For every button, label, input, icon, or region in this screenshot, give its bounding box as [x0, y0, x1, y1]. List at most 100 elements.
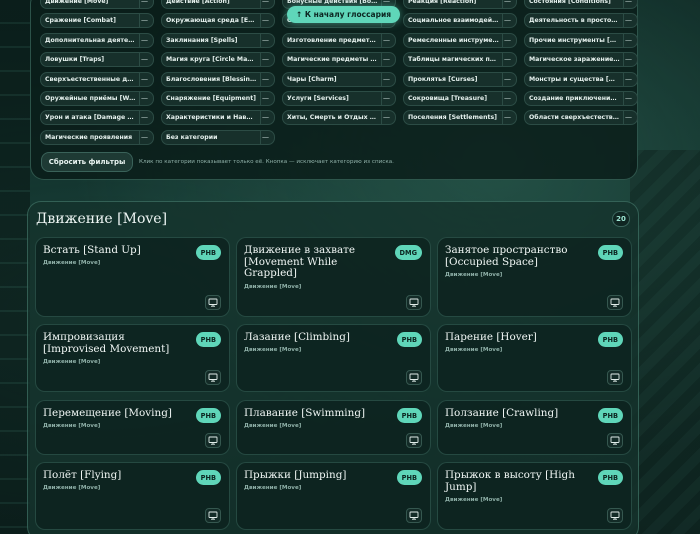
category-chip[interactable]: Урон и атака [Damage and Attack]—	[40, 110, 154, 126]
exclude-category-button[interactable]: —	[623, 0, 633, 8]
exclude-category-button[interactable]: —	[502, 14, 512, 28]
exclude-category-button[interactable]: —	[502, 72, 512, 86]
category-chip[interactable]: Чары [Charm] —	[282, 71, 396, 87]
rule-card[interactable]: Прыжок в высоту [High Jump] Движение [Mov…	[437, 462, 632, 530]
category-chip[interactable]: Магические предметы [Magic Items]—	[282, 52, 396, 68]
category-chip[interactable]: Магические проявления —	[40, 129, 154, 145]
category-chip[interactable]: Прочие инструменты [Other Tools]—	[524, 32, 638, 48]
exclude-category-button[interactable]: —	[139, 111, 149, 125]
exclude-category-button[interactable]: —	[623, 14, 633, 28]
rule-card[interactable]: Встать [Stand Up] Движение [Move] PHB	[35, 237, 230, 317]
category-chip[interactable]: Таблицы магических предметов—	[403, 52, 517, 68]
monitor-icon[interactable]	[406, 370, 422, 385]
monitor-icon[interactable]	[406, 295, 422, 310]
rule-card[interactable]: Движение в захвате [Movement While Grapp…	[236, 237, 431, 317]
category-chip[interactable]: Изготовление предметов 2024—	[282, 32, 396, 48]
category-chip[interactable]: Окружающая среда [Environment]—	[161, 13, 275, 29]
exclude-category-button[interactable]: —	[502, 53, 512, 67]
exclude-category-button[interactable]: —	[139, 33, 149, 47]
category-chip-label: Магические проявления	[45, 133, 133, 141]
category-chip[interactable]: Ремесленные инструменты —	[403, 32, 517, 48]
category-chip[interactable]: Социальное взаимодействие [Social]—	[403, 13, 517, 29]
exclude-category-button[interactable]: —	[623, 72, 633, 86]
exclude-category-button[interactable]: —	[260, 53, 270, 67]
category-chip[interactable]: Проклятья [Curses] —	[403, 71, 517, 87]
category-chip[interactable]: Хиты, Смерть и Отдых [Hit Points]—	[282, 110, 396, 126]
exclude-category-button[interactable]: —	[260, 111, 270, 125]
category-chip[interactable]: Сверхъестественные дары —	[40, 71, 154, 87]
exclude-category-button[interactable]: —	[381, 91, 391, 105]
exclude-category-button[interactable]: —	[139, 72, 149, 86]
monitor-icon[interactable]	[406, 433, 422, 448]
category-chip[interactable]: Движение [Move] —	[40, 0, 154, 9]
back-to-glossary-button[interactable]: ↑ К началу глоссария	[287, 6, 401, 23]
source-badge: PHB	[396, 470, 422, 485]
category-chip[interactable]: Сражение [Combat] —	[40, 13, 154, 29]
exclude-category-button[interactable]: —	[381, 72, 391, 86]
category-chip[interactable]: Создание приключений [Creation]—	[524, 90, 638, 106]
rule-card[interactable]: Прыжки [Jumping] Движение [Move] PHB	[236, 462, 431, 530]
category-chip[interactable]: Благословения [Blessings] —	[161, 71, 275, 87]
monitor-icon[interactable]	[607, 433, 623, 448]
category-chip[interactable]: Действие [Action] —	[161, 0, 275, 9]
exclude-category-button[interactable]: —	[381, 53, 391, 67]
category-chip[interactable]: Без категории —	[161, 129, 275, 145]
category-chip[interactable]: Магия круга [Circle Magic] —	[161, 52, 275, 68]
rule-card[interactable]: Парение [Hover] Движение [Move] PHB	[437, 324, 632, 392]
exclude-category-button[interactable]: —	[260, 130, 270, 144]
exclude-category-button[interactable]: —	[502, 91, 512, 105]
rule-card[interactable]: Лазание [Climbing] Движение [Move] PHB	[236, 324, 431, 392]
monitor-icon[interactable]	[406, 508, 422, 523]
category-chip[interactable]: Характеристики и Навыки —	[161, 110, 275, 126]
exclude-category-button[interactable]: —	[139, 91, 149, 105]
category-chip[interactable]: Области сверхъестественного—	[524, 110, 638, 126]
exclude-category-button[interactable]: —	[260, 72, 270, 86]
category-chip[interactable]: Заклинания [Spells] —	[161, 32, 275, 48]
category-chip[interactable]: Услуги [Services] —	[282, 90, 396, 106]
rule-card[interactable]: Перемещение [Moving] Движение [Move] PHB	[35, 400, 230, 455]
exclude-category-button[interactable]: —	[381, 33, 391, 47]
monitor-icon[interactable]	[607, 370, 623, 385]
card-title: Прыжок в высоту [High Jump]	[445, 469, 575, 493]
monitor-icon[interactable]	[607, 295, 623, 310]
category-chip[interactable]: Реакция [Reaction] —	[403, 0, 517, 9]
rule-card[interactable]: Плавание [Swimming] Движение [Move] PHB	[236, 400, 431, 455]
reset-filters-button[interactable]: Сбросить фильтры	[41, 152, 133, 172]
exclude-category-button[interactable]: —	[139, 0, 149, 8]
exclude-category-button[interactable]: —	[381, 111, 391, 125]
category-chip[interactable]: Монстры и существа [Monsters]—	[524, 71, 638, 87]
exclude-category-button[interactable]: —	[260, 14, 270, 28]
category-chip[interactable]: Дополнительная деятельность—	[40, 32, 154, 48]
monitor-icon[interactable]	[205, 295, 221, 310]
category-chip[interactable]: Поселения [Settlements] —	[403, 110, 517, 126]
monitor-icon[interactable]	[205, 370, 221, 385]
monitor-icon[interactable]	[205, 508, 221, 523]
exclude-category-button[interactable]: —	[139, 14, 149, 28]
monitor-icon[interactable]	[205, 433, 221, 448]
exclude-category-button[interactable]: —	[623, 111, 633, 125]
category-chip-label: Окружающая среда [Environment]	[166, 17, 257, 25]
category-chip[interactable]: Состояния [Conditions] —	[524, 0, 638, 9]
category-chip[interactable]: Снаряжение [Equipment] —	[161, 90, 275, 106]
rule-card[interactable]: Ползание [Crawling] Движение [Move] PHB	[437, 400, 632, 455]
exclude-category-button[interactable]: —	[623, 53, 633, 67]
category-chip[interactable]: Сокровища [Treasure] —	[403, 90, 517, 106]
category-chip[interactable]: Ловушки [Traps] —	[40, 52, 154, 68]
category-chip[interactable]: Деятельность в простое [Downtime]—	[524, 13, 638, 29]
rule-card[interactable]: Занятое пространство [Occupied Space] Дви…	[437, 237, 632, 317]
exclude-category-button[interactable]: —	[260, 91, 270, 105]
rule-card[interactable]: Полёт [Flying] Движение [Move] PHB	[35, 462, 230, 530]
exclude-category-button[interactable]: —	[260, 0, 270, 8]
monitor-icon[interactable]	[607, 508, 623, 523]
category-chip[interactable]: Оружейные приёмы [Weapon Mastery]—	[40, 90, 154, 106]
exclude-category-button[interactable]: —	[260, 33, 270, 47]
exclude-category-button[interactable]: —	[623, 33, 633, 47]
category-chip[interactable]: Магическое заражение [Magic]—	[524, 52, 638, 68]
exclude-category-button[interactable]: —	[502, 111, 512, 125]
exclude-category-button[interactable]: —	[623, 91, 633, 105]
exclude-category-button[interactable]: —	[502, 33, 512, 47]
rule-card[interactable]: Импровизация [Improvised Movement] Движен…	[35, 324, 230, 392]
exclude-category-button[interactable]: —	[502, 0, 512, 8]
exclude-category-button[interactable]: —	[139, 130, 149, 144]
exclude-category-button[interactable]: —	[139, 53, 149, 67]
